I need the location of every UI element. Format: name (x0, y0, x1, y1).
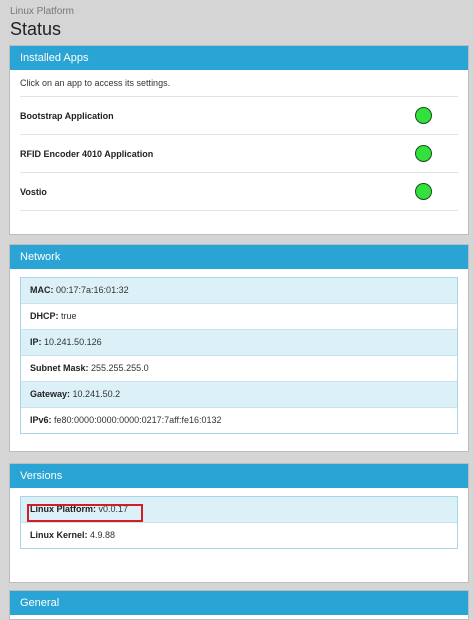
general-heading: General (10, 591, 468, 615)
info-value: 4.9.88 (90, 530, 116, 540)
info-label: Subnet Mask: (30, 363, 89, 373)
versions-heading: Versions (10, 464, 468, 488)
network-heading: Network (10, 245, 468, 269)
info-label: IP: (30, 337, 42, 347)
network-row-mac: MAC: 00:17:7a:16:01:32 (21, 278, 457, 304)
network-panel: Network MAC: 00:17:7a:16:01:32 DHCP: tru… (9, 244, 469, 452)
installed-apps-intro: Click on an app to access its settings. (20, 70, 458, 97)
info-value: 00:17:7a:16:01:32 (56, 285, 129, 295)
info-value: true (61, 311, 77, 321)
network-row-ip: IP: 10.241.50.126 (21, 330, 457, 356)
highlight-annotation-box (27, 504, 143, 522)
general-panel: General (9, 590, 469, 620)
network-row-dhcp: DHCP: true (21, 304, 457, 330)
info-label: DHCP: (30, 311, 59, 321)
status-indicator-icon (415, 145, 432, 162)
info-label: MAC: (30, 285, 54, 295)
breadcrumb[interactable]: Linux Platform (10, 6, 74, 18)
versions-panel: Versions Linux Platform: v0.0.17 Linux K… (9, 463, 469, 583)
page-header: Linux Platform Status (10, 6, 74, 39)
info-value: fe80:0000:0000:0000:0217:7aff:fe16:0132 (54, 415, 222, 425)
info-value: 10.241.50.2 (72, 389, 121, 399)
info-label: IPv6: (30, 415, 52, 425)
network-row-ipv6: IPv6: fe80:0000:0000:0000:0217:7aff:fe16… (21, 408, 457, 433)
app-name[interactable]: Vostio (20, 187, 47, 197)
network-row-subnet-mask: Subnet Mask: 255.255.255.0 (21, 356, 457, 382)
installed-apps-panel: Installed Apps Click on an app to access… (9, 45, 469, 235)
network-info-list: MAC: 00:17:7a:16:01:32 DHCP: true IP: 10… (20, 277, 458, 434)
network-row-gateway: Gateway: 10.241.50.2 (21, 382, 457, 408)
page-title: Status (10, 19, 62, 39)
info-value: 255.255.255.0 (91, 363, 149, 373)
installed-apps-heading: Installed Apps (10, 46, 468, 70)
installed-apps-body: Click on an app to access its settings. … (10, 70, 468, 211)
app-name[interactable]: RFID Encoder 4010 Application (20, 149, 153, 159)
info-value: 10.241.50.126 (44, 337, 102, 347)
app-row-rfid-encoder[interactable]: RFID Encoder 4010 Application (20, 135, 458, 173)
app-row-bootstrap[interactable]: Bootstrap Application (20, 97, 458, 135)
info-label: Gateway: (30, 389, 71, 399)
info-label: Linux Kernel: (30, 530, 88, 540)
app-name[interactable]: Bootstrap Application (20, 111, 114, 121)
status-indicator-icon (415, 183, 432, 200)
app-row-vostio[interactable]: Vostio (20, 173, 458, 211)
status-indicator-icon (415, 107, 432, 124)
versions-row-linux-kernel: Linux Kernel: 4.9.88 (21, 523, 457, 548)
